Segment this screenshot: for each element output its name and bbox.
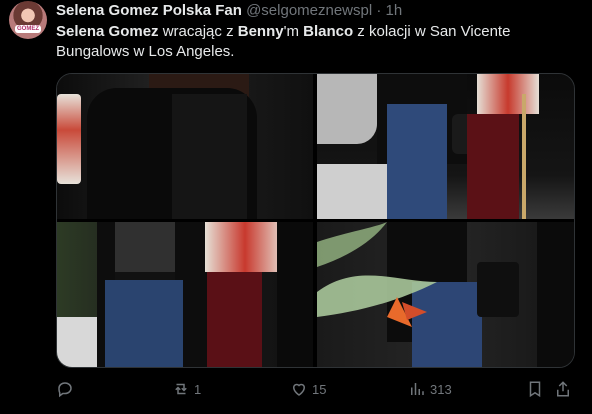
photo-3-belt	[115, 272, 175, 280]
text-part: 'm	[283, 23, 304, 40]
photo-4-plant-leaves	[317, 222, 437, 327]
views-button[interactable]: 313	[408, 378, 452, 400]
like-count: 15	[312, 381, 327, 397]
text-part: wracając z	[158, 23, 238, 40]
bookmark-icon	[529, 381, 541, 398]
photo-3-dark-figure	[277, 222, 313, 367]
like-button[interactable]: 15	[290, 378, 326, 400]
media-grid	[56, 73, 575, 368]
photo-3-top	[115, 222, 175, 274]
text-bold-selena: Selena Gomez	[56, 23, 159, 40]
separator-dot: ·	[376, 2, 382, 19]
tweet-header: Selena Gomez Polska Fan @selgomeznewspl …	[56, 2, 402, 19]
views-count: 313	[430, 381, 452, 397]
photo-2-red-pants	[467, 114, 519, 219]
text-bold-benny: Benny	[237, 23, 284, 40]
share-button[interactable]	[554, 378, 572, 400]
reply-button[interactable]	[56, 378, 78, 400]
tweet-actions: 1 15 313	[56, 378, 576, 400]
avatar[interactable]: GOMEZ	[9, 1, 47, 39]
retweet-count: 1	[194, 381, 202, 397]
photo-1[interactable]	[57, 74, 313, 219]
photo-3-hawaiian-shirt	[205, 222, 285, 272]
retweet-icon	[175, 383, 187, 395]
photo-4[interactable]	[317, 222, 574, 367]
photo-1-hawaiian-shirt	[57, 94, 81, 184]
tweet[interactable]: GOMEZ Selena Gomez Polska Fan @selgomezn…	[0, 0, 592, 414]
bookmark-button[interactable]	[526, 378, 544, 400]
photo-2-gate	[522, 94, 574, 219]
author-handle[interactable]: @selgomeznewspl	[246, 2, 372, 19]
photo-3-jeans	[105, 280, 183, 367]
photo-3-red-pants	[207, 272, 262, 367]
photo-4-pot	[477, 262, 519, 317]
reply-icon	[58, 382, 72, 398]
photo-1-top	[172, 94, 247, 219]
views-icon	[411, 383, 424, 395]
photo-2[interactable]	[317, 74, 574, 219]
tweet-time[interactable]: 1h	[386, 2, 403, 19]
author-name[interactable]: Selena Gomez Polska Fan	[56, 2, 242, 19]
text-bold-blanco: Blanco	[303, 23, 354, 40]
retweet-button[interactable]: 1	[172, 378, 201, 400]
heart-icon	[292, 383, 306, 396]
photo-3[interactable]	[57, 222, 313, 367]
share-icon	[557, 381, 569, 397]
photo-2-jeans	[387, 104, 447, 219]
tweet-text: Selena Gomez wracając z Benny'm Blanco z…	[56, 22, 576, 62]
avatar-badge: GOMEZ	[15, 25, 41, 33]
photo-4-person-right	[537, 222, 574, 367]
photo-2-grey-sleeve	[317, 74, 377, 144]
